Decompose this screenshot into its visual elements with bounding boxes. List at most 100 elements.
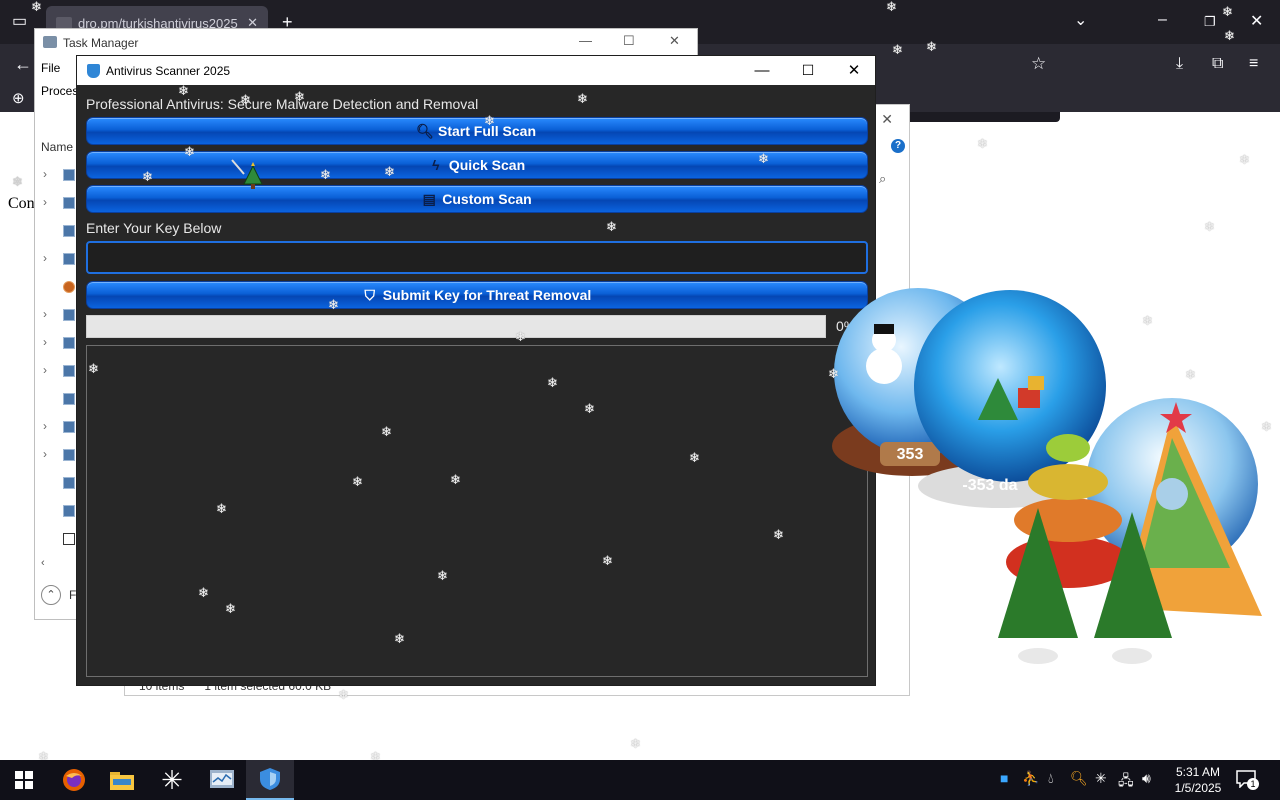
process-icon [63,253,75,265]
snowflake-icon: ❄ [758,151,769,166]
expand-chevron-icon[interactable]: › [43,251,47,265]
scan-progress-bar [86,315,826,338]
expand-chevron-icon[interactable]: › [43,195,47,209]
fewer-details-icon[interactable]: ⌃ [41,585,61,605]
gift-box-icon [1018,388,1040,408]
tray-people-icon[interactable]: ⛹ [1022,770,1039,787]
tab-overflow-chevron-icon[interactable]: ⌄ [1074,13,1087,29]
scanner-titlebar: Antivirus Scanner 2025 — ☐ ✕ [77,56,875,85]
explorer-search-icon[interactable]: ⌕ [879,171,886,187]
scanner-minimize-icon[interactable]: — [739,56,785,85]
notification-count: 1 [1247,778,1259,790]
snowflake-icon: ❄ [1261,419,1272,434]
snowflake-icon: ❄ [184,144,195,159]
taskbar-firefox[interactable] [50,760,98,800]
tray-asterisk-icon[interactable]: ✳ [1095,770,1107,787]
column-header-name[interactable]: Name [41,140,73,154]
tab-list-icon[interactable]: ▭ [12,14,27,30]
snowflake-icon: ❄ [1239,152,1250,167]
notification-center-icon[interactable]: 1 [1236,770,1259,790]
expand-chevron-icon[interactable]: › [43,363,47,377]
tab-processes[interactable]: Proces [41,84,78,98]
custom-scan-button[interactable]: ▤ Custom Scan [86,185,868,213]
snowflake-icon: ❄ [577,91,588,106]
tray-app-square-icon[interactable]: ■ [1000,770,1008,786]
shield-app-icon [87,64,100,78]
snowflake-icon: ❄ [602,553,613,568]
scan-log-area[interactable] [86,345,868,677]
counter-b-text: -353 da [962,477,1017,494]
snowflake-icon: ❄ [977,136,988,151]
expand-chevron-icon[interactable]: › [43,335,47,349]
taskbar-antivirus-scanner[interactable] [246,760,294,800]
snowflake-icon: ❄ [630,736,641,751]
task-manager-titlebar: Task Manager [35,29,697,57]
snowflake-icon: ❄ [773,527,784,542]
menu-icon[interactable]: ≡ [1249,56,1258,72]
taskbar-asterisk-app[interactable]: ✳ [148,760,196,800]
snowflake-icon: ❄ [926,39,937,54]
clock-time: 5:31 AM [1175,765,1221,779]
bookmark-star-icon[interactable]: ☆ [1031,55,1046,72]
extensions-icon[interactable]: ⧉ [1212,56,1223,72]
tray-network-icon[interactable]: 🖧 [1118,770,1134,794]
taskbar-task-manager[interactable] [198,760,246,800]
taskbar-file-explorer[interactable] [98,760,146,800]
submit-key-label: Submit Key for Threat Removal [382,287,592,303]
process-icon [63,477,75,489]
submit-key-button[interactable]: ⛉ Submit Key for Threat Removal [86,281,868,309]
scroll-left-icon[interactable]: ‹ [41,555,45,571]
browser-restore-icon[interactable]: ❐ [1204,14,1216,30]
antivirus-scanner-window: Antivirus Scanner 2025 — ☐ ✕ Professiona… [76,55,876,686]
folder-icon [110,772,134,790]
expand-chevron-icon[interactable]: › [43,447,47,461]
shield-icon [260,768,280,790]
folder-icon: ▤ [422,190,436,207]
shield-icon: ⛉ [364,286,376,303]
task-manager-close-icon[interactable]: ✕ [669,33,680,49]
snowflake-icon: ❄ [547,375,558,390]
task-manager-minimize-icon[interactable]: — [579,33,592,48]
process-icon [63,309,75,321]
scanner-maximize-icon[interactable]: ☐ [785,56,831,85]
browser-close-icon[interactable]: ✕ [1250,14,1263,30]
start-button[interactable] [0,760,48,800]
scanner-title: Antivirus Scanner 2025 [106,64,231,78]
scanner-close-icon[interactable]: ✕ [831,56,877,85]
snowflake-icon: ❄ [328,297,339,312]
expand-chevron-icon[interactable]: › [43,419,47,433]
start-full-scan-button[interactable]: 🔍︎ Start Full Scan [86,117,868,145]
snowflake-icon: ❄ [88,361,99,376]
snowman-body [866,348,902,384]
downloads-icon[interactable]: ⤓ [1176,56,1183,72]
spiral-tree-upper [1028,464,1108,500]
quick-scan-button[interactable]: ϟ Quick Scan [86,151,868,179]
snowflake-icon: ❄ [1222,4,1233,19]
explorer-close-icon[interactable]: ✕ [881,111,893,128]
snowflake-icon: ❄ [12,174,23,189]
snowflake-icon: ❄ [178,83,189,98]
ornament-window [1156,478,1188,510]
snowflake-icon: ❄ [216,501,227,516]
tray-volume-icon[interactable]: 🔊︎ [1142,770,1151,787]
tray-search-icon[interactable]: 🔍︎ [1070,770,1088,787]
windows-logo-icon [15,771,33,789]
process-icon [63,169,75,181]
expand-chevron-icon[interactable]: › [43,167,47,181]
back-icon[interactable]: ← [14,55,32,73]
expand-chevron-icon[interactable]: › [43,307,47,321]
process-icon [63,225,75,237]
tree-stand [1018,648,1058,664]
snowflake-icon: ❄ [1142,313,1153,328]
help-icon[interactable]: ? [891,139,905,153]
snowflake-icon: ❄ [198,585,209,600]
taskbar-clock[interactable]: 5:31 AM 1/5/2025 [1166,764,1230,796]
tray-drop-icon[interactable]: 💧︎ [1048,770,1054,787]
quick-scan-label: Quick Scan [448,157,526,173]
task-manager-maximize-icon[interactable]: ☐ [623,33,635,49]
counter-a-text: 353 [897,446,924,463]
gift-box-icon [1028,376,1044,390]
task-manager-menu-file[interactable]: File [41,61,60,75]
license-key-input[interactable] [86,241,868,274]
browser-minimize-icon[interactable]: – [1158,12,1167,28]
